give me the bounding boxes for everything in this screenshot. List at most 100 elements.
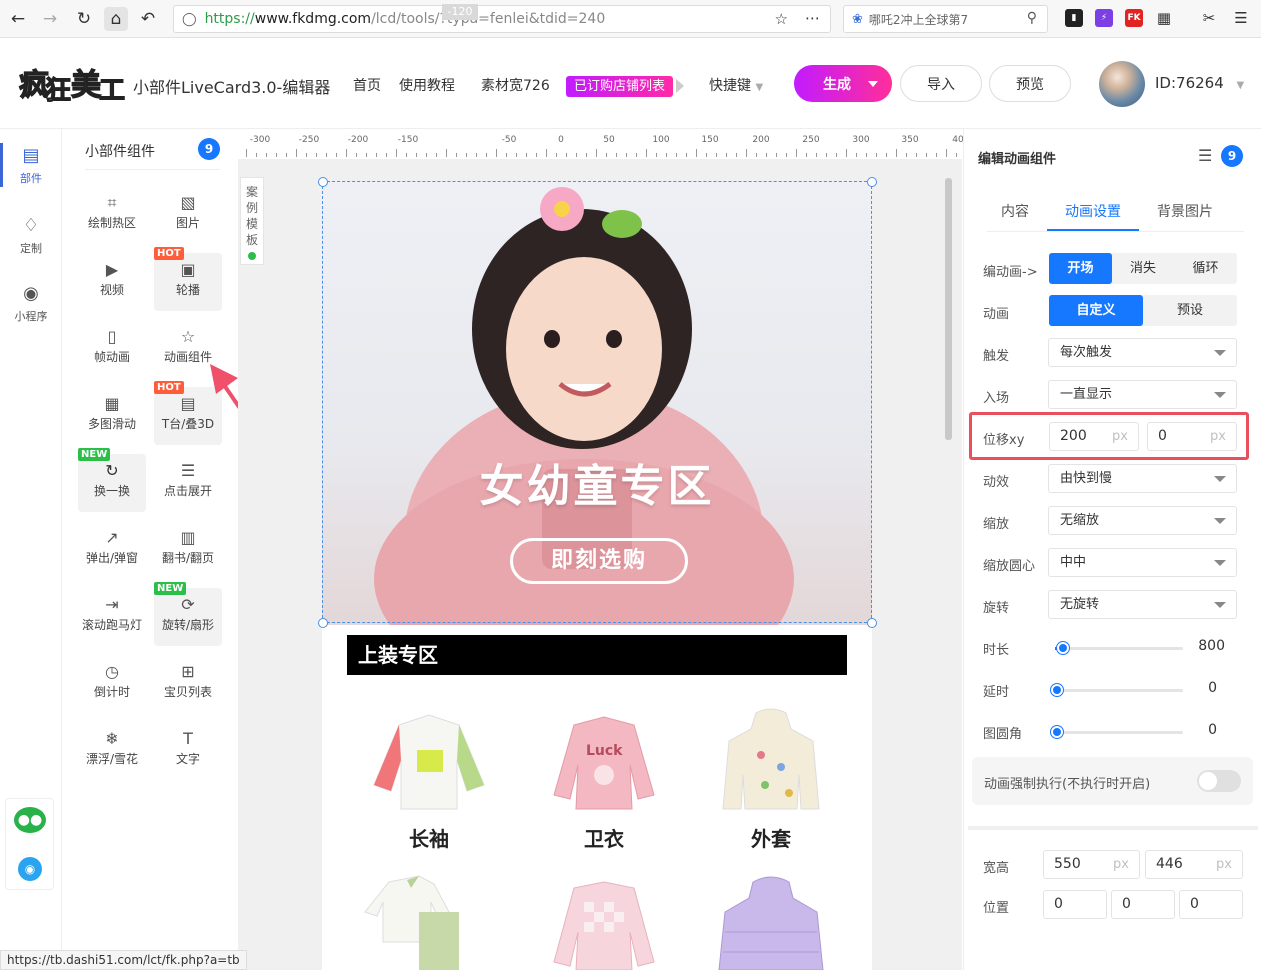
widget-marquee[interactable]: ⇥ 滚动跑马灯 (78, 588, 146, 646)
shortcut-menu[interactable]: 快捷键 ▼ (709, 75, 763, 95)
product-set[interactable] (359, 872, 499, 970)
tab-background-image[interactable]: 背景图片 (1157, 201, 1213, 221)
forward-icon[interactable]: → (38, 7, 62, 31)
position-x-input[interactable]: 0 (1043, 890, 1107, 919)
reload-icon[interactable]: ↻ (72, 7, 96, 31)
brand-logo[interactable]: 疯 狂 美 工 (17, 61, 127, 105)
undo-icon[interactable]: ↶ (136, 7, 160, 31)
generate-button[interactable]: 生成 (794, 65, 892, 102)
product-sweatshirt[interactable]: Luck 卫衣 (534, 705, 674, 851)
nav-tutorial[interactable]: 使用教程 (399, 75, 455, 95)
svg-text:美: 美 (71, 68, 101, 103)
avatar[interactable] (1099, 61, 1145, 107)
banner-shop-button[interactable]: 即刻选购 (510, 538, 688, 584)
rotate-select[interactable]: 无旋转 (1048, 590, 1237, 619)
image-icon: ▧ (180, 193, 196, 212)
chevron-down-icon[interactable]: ▼ (1237, 80, 1245, 91)
import-button[interactable]: 导入 (900, 65, 982, 102)
widget-grid[interactable]: ⊞ 宝贝列表 (154, 655, 222, 713)
tab-animation-settings[interactable]: 动画设置 (1065, 201, 1121, 221)
delay-slider[interactable] (1051, 684, 1183, 696)
menu-icon[interactable]: ☰ (1232, 9, 1250, 27)
seg-open[interactable]: 开场 (1049, 253, 1112, 284)
book-icon: ▥ (180, 528, 196, 547)
scale-select[interactable]: 无缩放 (1048, 506, 1237, 535)
enter-select[interactable]: 一直显示 (1048, 380, 1237, 409)
rail-item-custom[interactable]: ♢ 定制 (0, 215, 62, 256)
marquee-icon: ⇥ (105, 595, 119, 614)
position-z-input[interactable]: 0 (1179, 890, 1243, 919)
resize-handle-tl[interactable] (318, 177, 328, 187)
widget-popup[interactable]: ↗ 弹出/弹窗 (78, 521, 146, 579)
widget-hotspot[interactable]: ⌗ 绘制热区 (78, 186, 146, 244)
product-puffer[interactable] (701, 872, 841, 970)
toggle-knob (1199, 772, 1217, 790)
scale-origin-select[interactable]: 中中 (1048, 548, 1237, 577)
apps-grid-icon[interactable]: ▦ (1155, 9, 1173, 27)
height-input[interactable]: 446 px (1145, 850, 1243, 879)
widget-label: 宝贝列表 (163, 685, 212, 699)
slider-knob[interactable] (1051, 726, 1063, 738)
widget-image[interactable]: ▧ 图片 (154, 186, 222, 244)
resize-handle-br[interactable] (867, 618, 877, 628)
resize-handle-tr[interactable] (867, 177, 877, 187)
extension-dark-icon[interactable]: ▮ (1065, 9, 1083, 27)
wechat-icon[interactable]: ●● (14, 807, 46, 833)
extension-bolt-icon[interactable]: ⚡ (1095, 9, 1113, 27)
effect-select[interactable]: 由快到慢 (1048, 464, 1237, 493)
radius-slider[interactable] (1051, 726, 1183, 738)
widget-rotate[interactable]: ⟳ 旋转/扇形 NEW (154, 582, 222, 646)
trigger-select[interactable]: 每次触发 (1048, 338, 1237, 367)
duration-slider[interactable] (1055, 642, 1183, 654)
force-run-toggle[interactable] (1197, 770, 1241, 792)
preview-button[interactable]: 预览 (989, 65, 1071, 102)
offset-y-input[interactable]: 0 px (1147, 422, 1237, 451)
width-input[interactable]: 550 px (1043, 850, 1140, 879)
hot-tag: HOT (154, 381, 184, 394)
home-icon[interactable]: ⌂ (104, 7, 128, 31)
widget-text[interactable]: T 文字 (154, 722, 222, 780)
widget-refresh[interactable]: ↻ 换一换 NEW (78, 448, 146, 512)
back-icon[interactable]: ← (6, 7, 30, 31)
chat-bot-icon[interactable]: ◉ (18, 857, 42, 881)
widget-slides[interactable]: ▦ 多图滑动 (78, 387, 146, 445)
seg-custom[interactable]: 自定义 (1049, 295, 1143, 326)
url-bar[interactable]: ◯ https://www.fkdmg.com/lcd/tools/?typa=… (173, 5, 831, 33)
widget-book[interactable]: ▥ 翻书/翻页 (154, 521, 222, 579)
search-bar[interactable]: ❀ 哪吒2冲上全球第7 ⚲ (843, 5, 1048, 33)
widget-carousel[interactable]: ▣ 轮播 HOT (154, 247, 222, 311)
product-long-sleeve[interactable]: 长袖 (359, 705, 499, 851)
rail-item-miniprogram[interactable]: ◉ 小程序 (0, 283, 62, 324)
product-check-sweater[interactable] (534, 872, 674, 970)
widget-gif[interactable]: ▯ 帧动画 (78, 320, 146, 378)
ruler-tick (426, 153, 427, 157)
position-y-input[interactable]: 0 (1111, 890, 1175, 919)
canvas-scrollbar[interactable] (945, 178, 952, 440)
ruler-tick (696, 149, 697, 157)
seg-loop[interactable]: 循环 (1174, 253, 1237, 284)
extension-fk-icon[interactable]: FK (1125, 9, 1143, 27)
widget-snowflake[interactable]: ❄ 漂浮/雪花 (78, 722, 146, 780)
trigger-label: 触发 (983, 349, 1010, 364)
resize-handle-bl[interactable] (318, 618, 328, 628)
nav-material-width[interactable]: 素材宽726 (481, 75, 550, 95)
seg-disappear[interactable]: 消失 (1112, 253, 1174, 284)
offset-x-input[interactable]: 200 px (1049, 422, 1139, 451)
widget-clock[interactable]: ◷ 倒计时 (78, 655, 146, 713)
subscribed-shops-chip[interactable]: 已订购店铺列表 (566, 76, 674, 97)
widget-video[interactable]: ▶ 视频 (78, 253, 146, 311)
rail-item-widgets[interactable]: ▤ 部件 (0, 145, 62, 186)
case-template-tab[interactable]: 案例模板 (240, 177, 264, 265)
star-bookmark-icon[interactable]: ☆ (775, 10, 788, 28)
nav-home[interactable]: 首页 (353, 75, 381, 95)
seg-preset[interactable]: 预设 (1143, 295, 1237, 326)
ruler-tick (366, 153, 367, 157)
slider-knob[interactable] (1051, 684, 1063, 696)
product-jacket[interactable]: 外套 (701, 705, 841, 851)
scissors-icon[interactable]: ✂ (1200, 9, 1218, 27)
more-icon[interactable]: ⋯ (805, 9, 820, 27)
ruler-label: 0 (558, 135, 564, 145)
layers-icon[interactable]: ☰ (1198, 146, 1212, 165)
tab-content[interactable]: 内容 (1001, 201, 1029, 221)
search-icon[interactable]: ⚲ (1027, 10, 1037, 26)
